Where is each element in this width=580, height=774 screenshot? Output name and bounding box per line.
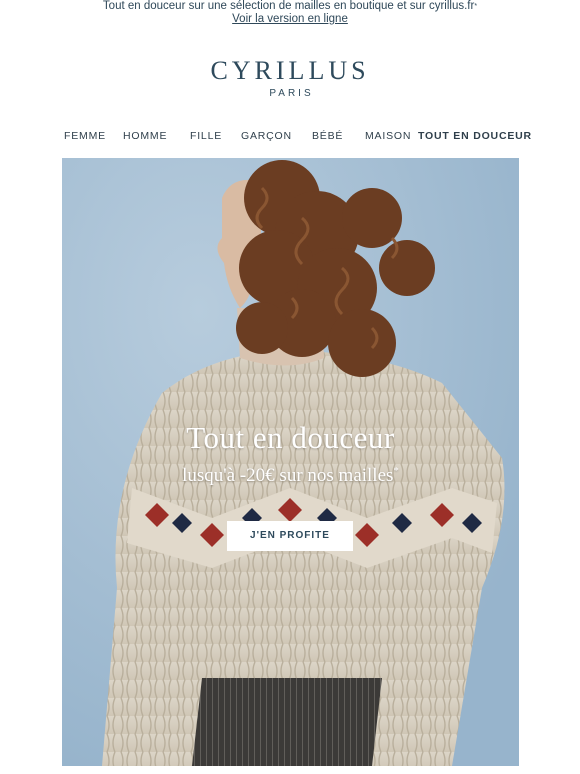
view-online-link[interactable]: Voir la version en ligne [232, 13, 348, 26]
nav-item-maison[interactable]: MAISON [365, 130, 411, 142]
nav-item-bebe[interactable]: BÉBÉ [312, 130, 343, 142]
hero-subtitle: lusqu'à -20€ sur nos mailles* [182, 465, 399, 486]
hero-title: Tout en douceur [186, 420, 395, 455]
preheader-asterisk: * [474, 3, 478, 10]
preheader: Tout en douceur sur une sélection de mai… [0, 0, 580, 26]
nav-item-homme[interactable]: HOMME [123, 130, 167, 142]
logo-brand-name: CYRILLUS [210, 56, 370, 85]
logo-city: PARIS [269, 88, 314, 99]
hero-banner[interactable]: Tout en douceur lusqu'à -20€ sur nos mai… [62, 158, 519, 766]
preheader-text: Tout en douceur sur une sélection de mai… [102, 0, 478, 12]
main-nav: FEMME HOMME FILLE GARÇON BÉBÉ MAISON TOU… [0, 130, 580, 144]
nav-item-femme[interactable]: FEMME [64, 130, 106, 142]
cta-button[interactable]: J'EN PROFITE [227, 521, 353, 551]
nav-item-fille[interactable]: FILLE [190, 130, 222, 142]
brand-logo[interactable]: CYRILLUS PARIS [0, 56, 580, 100]
nav-item-garcon[interactable]: GARÇON [241, 130, 292, 142]
nav-item-tout-en-douceur[interactable]: TOUT EN DOUCEUR [418, 130, 532, 142]
hero-subtitle-asterisk: * [393, 465, 399, 477]
hero-photo [62, 158, 519, 766]
email-page: Tout en douceur sur une sélection de mai… [0, 0, 580, 774]
